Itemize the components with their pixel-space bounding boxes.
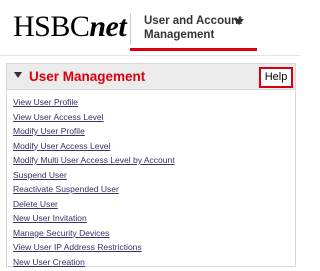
header-rule [0,55,300,56]
list-item: Suspend User [13,168,175,183]
logo-net-text: net [89,10,127,43]
chevron-down-icon [234,19,244,25]
list-item: Reactivate Suspended User [13,182,175,197]
list-item: Modify User Profile [13,124,175,139]
user-management-panel: User Management Help View User Profile V… [6,63,296,267]
nav-active-underline [130,48,257,51]
user-management-links: View User Profile View User Access Level… [13,95,175,269]
top-header: HSBCnet User and Account Management [0,0,300,56]
link-manage-security-devices[interactable]: Manage Security Devices [13,228,109,238]
list-item: Modify Multi User Access Level by Accoun… [13,153,175,168]
panel-title: User Management [29,69,146,84]
collapse-triangle-icon[interactable] [14,72,22,78]
link-delete-user[interactable]: Delete User [13,199,58,209]
list-item: View User Profile [13,95,175,110]
link-view-user-access-level[interactable]: View User Access Level [13,112,104,122]
panel-header: User Management Help [7,64,295,90]
logo-hsbc-text: HSBC [13,10,90,43]
nav-menu-label: User and Account Management [144,15,242,41]
list-item: Delete User [13,197,175,212]
link-new-user-invitation[interactable]: New User Invitation [13,213,87,223]
link-suspend-user[interactable]: Suspend User [13,170,67,180]
list-item: View User Access Level [13,110,175,125]
hsbcnet-logo[interactable]: HSBCnet [13,10,127,43]
nav-menu-user-account-management[interactable]: User and Account Management [130,0,257,56]
link-modify-user-profile[interactable]: Modify User Profile [13,126,85,136]
list-item: Modify User Access Level [13,139,175,154]
list-item: View User IP Address Restrictions [13,240,175,255]
list-item: Manage Security Devices [13,226,175,241]
list-item: New User Invitation [13,211,175,226]
help-button[interactable]: Help [259,67,293,88]
link-modify-user-access-level[interactable]: Modify User Access Level [13,141,110,151]
list-item: New User Creation [13,255,175,270]
link-new-user-creation[interactable]: New User Creation [13,257,85,267]
link-view-user-ip-restrictions[interactable]: View User IP Address Restrictions [13,242,142,252]
link-reactivate-suspended-user[interactable]: Reactivate Suspended User [13,184,119,194]
link-modify-multi-user-access-level[interactable]: Modify Multi User Access Level by Accoun… [13,155,175,165]
link-view-user-profile[interactable]: View User Profile [13,97,78,107]
